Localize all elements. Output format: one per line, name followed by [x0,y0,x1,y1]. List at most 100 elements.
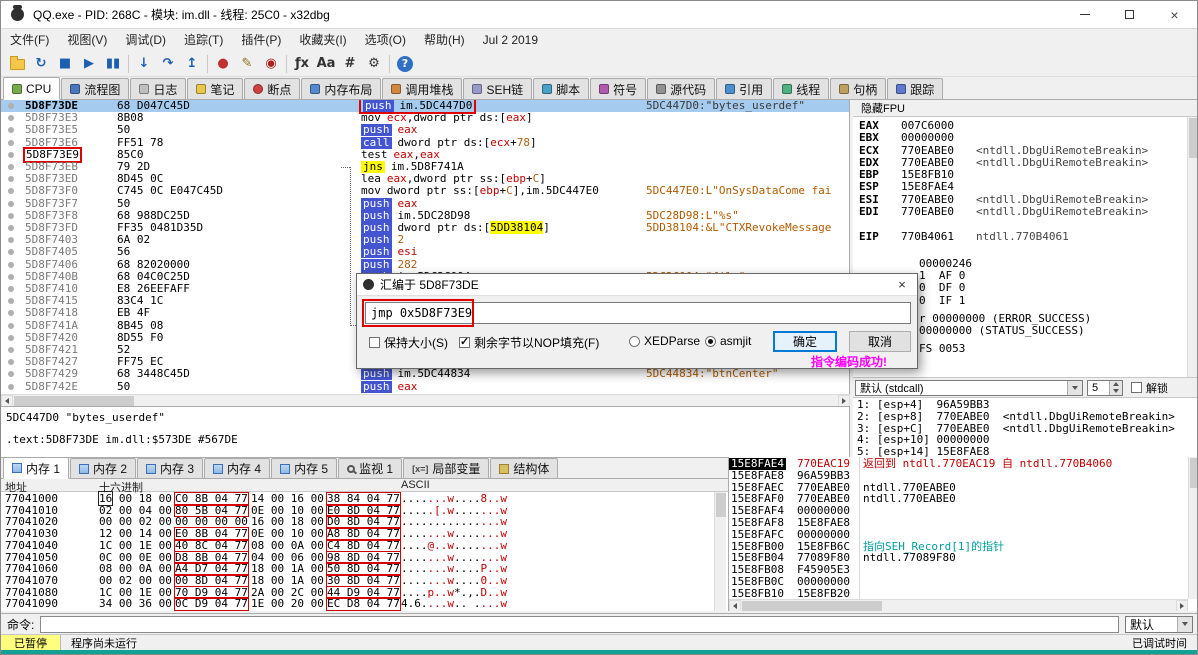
arg-count-spinner[interactable]: 5 [1087,379,1123,396]
stack-pane[interactable]: 15E8FAE4 770EAC19 返回到 ntdll.770EAC19 自 ntd… [728,457,1197,611]
tab-结构体[interactable]: 结构体 [490,458,559,478]
unlock-checkbox[interactable]: 解锁 [1131,380,1168,396]
tab-引用[interactable]: 引用 [716,78,773,99]
step-over-button[interactable]: ↷ [156,53,180,75]
tab-笔记[interactable]: 笔记 [187,78,244,99]
tab-脚本[interactable]: 脚本 [533,78,590,99]
close-button[interactable]: × [1152,1,1197,29]
disasm-row[interactable]: 5D8F73F0 C745 0C E047C45D mov dword ptr ss:… [1,185,849,197]
hash-button[interactable]: # [338,53,362,75]
scroll-thumb[interactable] [742,601,882,611]
stop-button[interactable]: ■ [53,53,77,75]
pause-button[interactable]: ▮▮ [101,53,125,75]
patches-button[interactable]: ● [211,53,235,75]
tab-SEH链[interactable]: SEH链 [463,78,533,99]
dump-row[interactable]: 77041070 00 02 00 00 00 8D 04 77 18 00 1A 0… [1,573,728,588]
menu-item-8[interactable]: Jul 2 2019 [474,29,547,51]
tab-符号[interactable]: 符号 [590,78,647,99]
tab-流程图[interactable]: 流程图 [61,78,130,99]
register-row[interactable]: EIP 770B4061 ntdll.770B4061 [853,230,1197,243]
stack-row[interactable]: 15E8FB10 15E8FB20 [729,588,1197,600]
register-row[interactable]: ESP 15E8FAE4 [853,181,1197,193]
tab-内存布局[interactable]: 内存布局 [301,78,382,99]
menu-item-4[interactable]: 插件(P) [232,29,290,51]
tab-内存 3[interactable]: 内存 3 [137,458,204,478]
dump-row[interactable]: 77041000 16 00 18 00 C0 8B 04 77 14 00 16 0… [1,491,728,506]
register-row[interactable]: EBX 00000000 [853,132,1197,144]
run-button[interactable]: ▶ [77,53,101,75]
tab-CPU[interactable]: CPU [3,77,61,100]
disasm-row[interactable]: 5D8F742E 50 push eax [1,380,849,393]
spinner-arrows-icon[interactable] [1109,380,1122,395]
disasm-h-scrollbar[interactable] [1,394,850,407]
dump-scrollbar[interactable] [714,492,726,611]
menu-item-0[interactable]: 文件(F) [1,29,58,51]
command-input[interactable] [40,615,1119,633]
maximize-button[interactable] [1107,1,1152,29]
calculator-button[interactable]: ƒx [290,53,314,75]
open-file-button[interactable] [5,53,29,75]
command-profile-select[interactable]: 默认 [1125,615,1193,633]
register-row[interactable]: EDI 770EABE0 <ntdll.DbgUiRemoteBreakin> [853,206,1197,218]
dialog-title-bar[interactable]: 汇编于 5D8F73DE × [357,274,917,296]
dump-row[interactable]: 77041040 1C 00 1E 00 40 8C 04 77 08 00 0A 0… [1,538,728,553]
stack-row[interactable]: 15E8FAE8 96A59BB3 [729,470,1197,482]
nop-fill-checkbox[interactable]: 剩余字节以NOP填充(F) [459,334,599,351]
tab-监视 1[interactable]: 监视 1 [338,458,403,478]
minimize-button[interactable] [1062,1,1107,29]
tab-句柄[interactable]: 句柄 [830,78,887,99]
step-into-button[interactable]: ↓ [132,53,156,75]
tab-调用堆栈[interactable]: 调用堆栈 [382,78,463,99]
scroll-thumb[interactable] [1190,458,1197,488]
stack-arg-row[interactable]: 5: [esp+14] 15E8FAE8 [857,446,1197,457]
font-button[interactable]: Aa [314,53,338,75]
scroll-left-icon[interactable] [729,600,741,611]
execute-till-return-button[interactable]: ↥ [180,53,204,75]
tab-内存 5[interactable]: 内存 5 [271,458,338,478]
tab-内存 1[interactable]: 内存 1 [3,457,70,479]
scroll-thumb[interactable] [1189,118,1197,158]
ok-button[interactable]: 确定 [773,331,837,352]
tab-线程[interactable]: 线程 [773,78,830,99]
dialog-close-button[interactable]: × [887,277,917,292]
calling-convention-select[interactable]: 默认 (stdcall) [855,379,1083,396]
menu-item-7[interactable]: 帮助(H) [415,29,474,51]
keep-size-checkbox[interactable]: 保持大小(S) [369,334,448,351]
menu-item-1[interactable]: 视图(V) [58,29,116,51]
stack-args-pane[interactable]: 1: [esp+4] 96A59BB3 2: [esp+8] 770EABE0 <… [853,397,1197,457]
stack-scrollbar[interactable] [1188,457,1197,599]
tab-跟踪[interactable]: 跟踪 [887,78,944,99]
help-button[interactable]: ? [393,53,417,75]
tab-断点[interactable]: 断点 [244,78,301,99]
menu-item-2[interactable]: 调试(D) [116,29,175,51]
menu-item-6[interactable]: 选项(O) [356,29,415,51]
stack-row[interactable]: 15E8FAFC 00000000 [729,529,1197,541]
menu-item-5[interactable]: 收藏夹(I) [290,29,355,51]
asmjit-radio[interactable]: asmjit [705,334,751,348]
settings-button[interactable]: ⚙ [362,53,386,75]
dump-row[interactable]: 77041090 34 00 36 00 0C D9 04 77 1E 00 20 0… [1,597,728,611]
registers-scrollbar[interactable] [1187,117,1197,377]
tab-源代码[interactable]: 源代码 [647,78,716,99]
register-row[interactable] [853,218,1197,230]
stack-h-scrollbar[interactable] [729,599,1188,611]
stack-arg-row[interactable]: 2: [esp+8] 770EABE0 <ntdll.DbgUiRemoteBr… [857,411,1197,423]
breakpoints-button[interactable]: ◉ [259,53,283,75]
restart-button[interactable]: ↻ [29,53,53,75]
tab-内存 4[interactable]: 内存 4 [204,458,271,478]
tab-内存 2[interactable]: 内存 2 [70,458,137,478]
tab-日志[interactable]: 日志 [130,78,187,99]
cancel-button[interactable]: 取消 [849,331,911,352]
memory-dump-pane[interactable]: 地址 十六进制 ASCII 77041000 16 00 18 00 C0 8B 0… [1,479,728,611]
assemble-button[interactable]: ✎ [235,53,259,75]
tab-局部变量[interactable]: [x=] 局部变量 [403,458,490,478]
menu-item-3[interactable]: 追踪(T) [175,29,232,51]
scroll-right-icon[interactable] [1176,600,1188,611]
xedparse-radio[interactable]: XEDParse [629,334,700,348]
scroll-thumb[interactable] [14,396,134,406]
disasm-row[interactable]: 5D8F7405 56 push esi [1,246,849,259]
scroll-thumb[interactable] [716,493,726,517]
assemble-input[interactable]: jmp 0x5D8F73E9 [365,302,911,324]
hide-fpu-button[interactable]: 隐藏FPU [853,100,913,116]
disasm-row[interactable]: 5D8F7429 68 3448C45D push im.5DC44834 5DC448… [1,368,849,381]
